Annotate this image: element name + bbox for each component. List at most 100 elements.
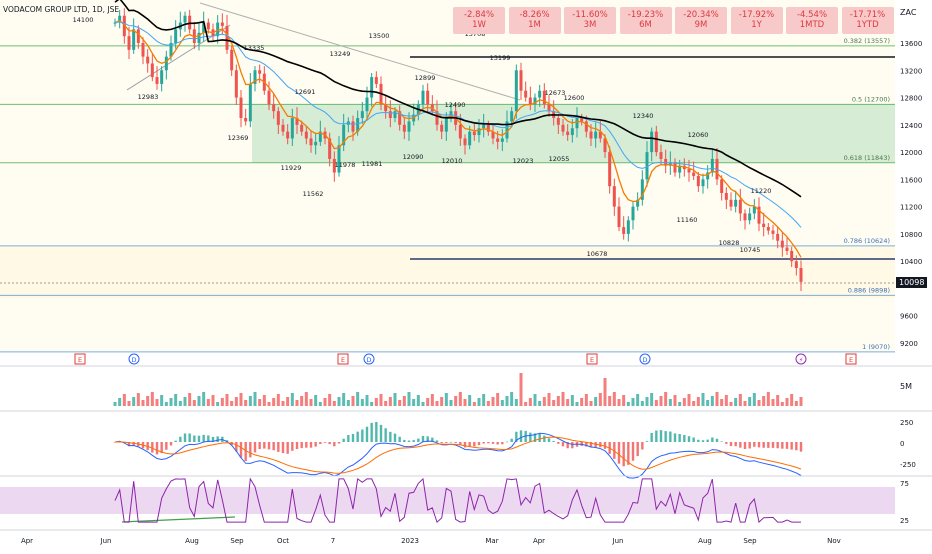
candle-body — [547, 104, 551, 112]
swing-price-label: 12340 — [633, 112, 654, 120]
volume-bar — [640, 401, 644, 406]
macd-histogram-bar — [384, 428, 387, 442]
candle-body — [360, 111, 364, 118]
candle-body — [514, 70, 518, 112]
candle-body — [174, 29, 178, 43]
volume-bar — [449, 400, 453, 406]
volume-bar — [421, 402, 425, 406]
candle-body — [351, 121, 355, 132]
macd-histogram-bar — [267, 442, 271, 450]
volume-bar — [584, 394, 588, 406]
macd-axis-tick: 250 — [900, 419, 913, 427]
price-pane-background — [0, 0, 895, 352]
macd-histogram-bar — [505, 441, 509, 443]
macd-histogram-bar — [641, 442, 644, 450]
candle-body — [743, 213, 747, 221]
volume-bar — [281, 401, 285, 406]
volume-bar — [608, 396, 612, 406]
swing-price-label: 12490 — [445, 101, 466, 109]
candle-body — [729, 199, 733, 207]
volume-bar — [430, 394, 434, 406]
volume-bar — [412, 399, 416, 406]
candle-body — [692, 172, 696, 176]
swing-price-label: 12673 — [545, 89, 566, 97]
volume-bar — [276, 394, 280, 406]
volume-bar — [113, 402, 117, 406]
event-marker-label: D — [366, 356, 371, 364]
macd-histogram-bar — [169, 442, 173, 446]
volume-bar — [253, 392, 257, 406]
time-axis-tick: Sep — [230, 537, 244, 545]
event-marker-label: D — [131, 356, 136, 364]
performance-period: 1W — [472, 20, 486, 30]
volume-bar — [314, 395, 318, 406]
macd-histogram-bar — [356, 431, 359, 442]
volume-bar — [388, 397, 392, 406]
candle-body — [374, 77, 378, 84]
macd-histogram-bar — [193, 435, 196, 442]
price-axis-tick: 12400 — [900, 122, 922, 130]
time-axis-tick: Mar — [485, 537, 498, 545]
macd-histogram-bar — [216, 436, 219, 442]
volume-bar — [668, 399, 672, 406]
macd-histogram-bar — [333, 442, 336, 447]
fib-level-label: 1 (9070) — [862, 343, 890, 351]
candle-body — [155, 77, 159, 84]
time-axis[interactable]: Apr Jun Aug Sep Oct 7 2023 Mar Apr Jun Aug Sep Nov — [21, 537, 841, 545]
volume-bar — [374, 398, 378, 406]
fib-level-label: 0.5 (12700) — [852, 95, 890, 103]
macd-histogram-bar — [501, 442, 504, 445]
volume-bar — [538, 401, 542, 406]
volume-bar — [118, 398, 122, 406]
candle-body — [239, 97, 243, 118]
macd-histogram-bar — [179, 436, 182, 442]
price-axis-tick: 9200 — [900, 340, 918, 348]
swing-price-label: 13500 — [369, 32, 390, 40]
volume-bar — [337, 397, 341, 406]
events-row: E D E D E D ⚡ E — [74, 353, 857, 365]
chart-canvas[interactable]: 0.382 (13557) 0.5 (12700) 0.618 (11843) 0.7… — [0, 0, 932, 550]
macd-histogram-bar — [183, 433, 187, 442]
chart-container[interactable]: 0.382 (13557) 0.5 (12700) 0.618 (11843) 0.7… — [0, 0, 932, 550]
performance-period: 9M — [694, 20, 708, 30]
macd-histogram-bar — [361, 429, 364, 442]
volume-bar — [617, 399, 621, 406]
volume-bar — [542, 397, 546, 406]
swing-price-label: 13249 — [330, 50, 351, 58]
performance-value: -20.34% — [683, 10, 719, 20]
event-marker-label: E — [78, 356, 82, 364]
volume-bar — [729, 402, 733, 406]
volume-bar — [790, 394, 794, 406]
macd-histogram-bar — [277, 442, 280, 452]
volume-bar — [407, 392, 411, 406]
macd-histogram-bar — [463, 442, 467, 448]
candle-body — [440, 124, 444, 132]
macd-histogram-bar — [398, 436, 401, 442]
candle-body — [776, 233, 780, 241]
volume-bar — [132, 397, 136, 406]
performance-value: -8.26% — [519, 10, 550, 20]
swing-price-label: 12090 — [403, 153, 424, 161]
macd-histogram-bar — [291, 442, 294, 451]
candle-body — [444, 118, 448, 132]
macd-histogram-bar — [496, 442, 499, 445]
fib-level-label: 0.618 (11843) — [844, 154, 890, 162]
volume-bar — [766, 392, 770, 406]
volume-bar — [547, 393, 551, 406]
candle-body — [127, 36, 131, 50]
symbol-title[interactable]: VODACOM GROUP LTD, 1D, JSE — [3, 5, 119, 14]
volume-axis-label: 5M — [900, 382, 912, 391]
volume-bar — [528, 398, 532, 406]
volume-bar — [197, 396, 201, 406]
candle-body — [290, 118, 294, 139]
macd-histogram-bar — [645, 441, 649, 442]
volume-bar — [696, 397, 700, 406]
swing-price-label: 11220 — [751, 187, 772, 195]
volume-bar — [486, 401, 490, 406]
time-axis-tick: Aug — [185, 537, 199, 545]
macd-histogram-bar — [706, 439, 709, 442]
candle-body — [150, 63, 154, 78]
volume-bar — [477, 398, 481, 406]
performance-cell-1y: -17.92% 1Y — [730, 7, 783, 34]
volume-bar — [328, 394, 332, 406]
